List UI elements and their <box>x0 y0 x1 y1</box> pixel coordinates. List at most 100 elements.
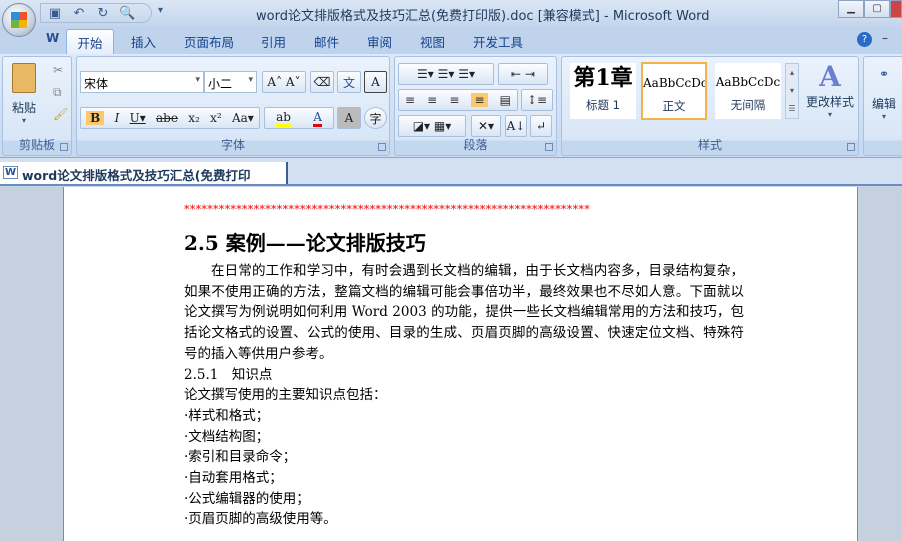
justify-button[interactable]: ≡ <box>471 93 488 107</box>
help-icon[interactable]: ? <box>857 32 872 47</box>
styles-scrollbar[interactable]: ▴ ▾ ☰ <box>785 63 799 119</box>
font-label: 字体 <box>220 138 245 152</box>
list-item: ·样式和格式； <box>184 407 270 424</box>
word-doc-icon: W <box>46 31 60 45</box>
highlight-button[interactable]: ab <box>276 110 291 127</box>
dialog-launcher-icon[interactable] <box>847 143 855 151</box>
change-styles-icon: A <box>819 60 841 93</box>
subscript-button[interactable]: x₂ <box>188 111 200 125</box>
tab-view[interactable]: 视图 <box>420 32 445 51</box>
binoculars-icon: ⚭ <box>878 67 890 81</box>
phonetic-guide-button[interactable]: 文 <box>337 71 361 93</box>
style-normal[interactable]: AaBbCcDc 正文 <box>641 62 707 120</box>
style-no-spacing[interactable]: AaBbCcDc 无间隔 <box>715 63 781 119</box>
style-name: 正文 <box>662 99 686 113</box>
group-styles: 第1章 标题 1 AaBbCcDc 正文 AaBbCcDc 无间隔 ▴ ▾ ☰ A 更改样… <box>561 56 859 156</box>
tab-insert[interactable]: 插入 <box>131 32 156 51</box>
distributed-button[interactable]: ▤ <box>500 93 511 107</box>
section-heading: 2.5 案例——论文排版技巧 <box>184 231 426 255</box>
character-border-button[interactable]: A <box>364 71 387 93</box>
style-heading-1[interactable]: 第1章 标题 1 <box>570 63 636 119</box>
ribbon-minimize-icon[interactable]: – <box>882 31 888 45</box>
document-area: ****************************************… <box>0 187 902 541</box>
undo-icon[interactable]: ↶ <box>71 6 87 21</box>
list-item: ·公式编辑器的使用； <box>184 490 310 507</box>
change-case-button[interactable]: Aa▾ <box>232 111 254 125</box>
document-tab[interactable]: W word论文排版格式及技巧汇总(免费打印版).doc <box>0 162 288 202</box>
line-spacing-button[interactable]: ↕≡ <box>521 89 553 111</box>
list-item: ·文档结构图； <box>184 428 270 445</box>
indent-buttons[interactable]: ⇤ ⇥ <box>498 63 548 85</box>
list-item: ·页眉页脚的高级使用等。 <box>184 511 337 528</box>
redo-icon[interactable]: ↻ <box>95 6 111 21</box>
bold-button[interactable]: B <box>86 111 105 125</box>
show-marks-button[interactable]: ↵ <box>530 115 552 137</box>
tab-home[interactable]: 开始 <box>66 29 114 55</box>
font-size-select[interactable]: 小二 <box>204 71 257 93</box>
group-editing: ⚭ 编辑 ▾ <box>863 56 902 156</box>
tab-mailings[interactable]: 邮件 <box>314 32 339 51</box>
shading-borders-buttons[interactable]: ◪▾ ▦▾ <box>398 115 466 137</box>
grow-shrink-font-button[interactable]: A˄ A˅ <box>262 71 306 93</box>
align-left-button[interactable]: ≡ <box>405 93 415 107</box>
tab-page-layout[interactable]: 页面布局 <box>184 32 234 51</box>
qat-customize-icon[interactable]: ▾ <box>158 5 163 16</box>
font-color-button[interactable]: A <box>313 110 322 127</box>
office-button[interactable] <box>2 3 36 37</box>
format-painter-icon[interactable]: 🖌 <box>53 107 68 121</box>
cut-icon[interactable]: ✂ <box>53 63 63 77</box>
list-buttons[interactable]: ☰▾ ☰▾ ☰▾ <box>398 63 494 85</box>
style-preview: AaBbCcDc <box>643 76 707 90</box>
ribbon-tabs: W 开始 插入 页面布局 引用 邮件 审阅 视图 开发工具 ? – <box>0 27 902 55</box>
dialog-launcher-icon[interactable] <box>378 143 386 151</box>
list-item: ·自动套用格式； <box>184 470 283 487</box>
minimize-button[interactable]: ▁ <box>838 0 864 18</box>
print-preview-icon[interactable]: 🔍 <box>119 6 135 21</box>
document-content: ****************************************… <box>184 187 744 530</box>
strikethrough-button[interactable]: abe <box>156 111 178 125</box>
font-format-buttons: B I U▾ abe x₂ x² Aa▾ <box>80 107 260 129</box>
close-button[interactable] <box>890 0 902 18</box>
clear-formatting-button[interactable]: ⌫ <box>310 71 334 93</box>
editing-label: 编辑 <box>871 97 896 111</box>
tab-references[interactable]: 引用 <box>261 32 286 51</box>
dialog-launcher-icon[interactable] <box>545 143 553 151</box>
tab-developer[interactable]: 开发工具 <box>473 32 523 51</box>
alignment-buttons: ≡ ≡ ≡ ≡ ▤ <box>398 89 518 111</box>
underline-button[interactable]: U▾ <box>130 111 146 125</box>
editing-button[interactable]: ⚭ 编辑 ▾ <box>868 61 900 121</box>
change-styles-label: 更改样式 <box>805 95 854 109</box>
character-shading-button[interactable]: A <box>337 107 361 129</box>
word-doc-icon: W <box>3 166 19 179</box>
save-icon[interactable]: ▣ <box>47 6 63 21</box>
paste-button[interactable]: 粘贴 ▾ <box>9 63 39 125</box>
style-name: 无间隔 <box>730 98 766 112</box>
list-item: ·索引和目录命令； <box>184 449 297 466</box>
paragraph-label: 段落 <box>463 138 488 152</box>
paste-label: 粘贴 <box>11 101 36 115</box>
asian-layout-button[interactable]: ✕▾ <box>471 115 501 137</box>
window-title: word论文排版格式及技巧汇总(免费打印版).doc [兼容模式] - Micr… <box>256 9 710 24</box>
document-page[interactable]: ****************************************… <box>63 187 858 541</box>
copy-icon[interactable]: ⧉ <box>53 85 62 100</box>
change-styles-button[interactable]: A 更改样式 ▾ <box>802 60 858 120</box>
group-paragraph: ☰▾ ☰▾ ☰▾ ⇤ ⇥ ≡ ≡ ≡ ≡ ▤ ↕≡ ◪▾ ▦▾ ✕▾ A↓ ↵ 段落 <box>394 56 557 156</box>
style-preview: AaBbCcDc <box>715 75 781 89</box>
group-font: 宋体 小二 A˄ A˅ ⌫ 文 A BI U▾ abe x₂ x² Aa▾ ab A A 字… <box>76 56 390 156</box>
styles-label: 样式 <box>697 138 722 152</box>
enclose-characters-button[interactable]: 字 <box>364 107 387 129</box>
paste-icon <box>12 63 36 93</box>
align-right-button[interactable]: ≡ <box>449 93 459 107</box>
maximize-button[interactable]: ▢ <box>864 0 890 18</box>
tab-review[interactable]: 审阅 <box>367 32 392 51</box>
dialog-launcher-icon[interactable] <box>60 143 68 151</box>
superscript-button[interactable]: x² <box>210 111 222 125</box>
sort-button[interactable]: A↓ <box>505 115 527 137</box>
subsection-heading: 2.5.1 知识点 <box>184 366 273 383</box>
quick-access-toolbar: ▣ ↶ ↻ 🔍 <box>40 3 152 23</box>
center-button[interactable]: ≡ <box>427 93 437 107</box>
ribbon: 粘贴 ▾ ✂ ⧉ 🖌 剪贴板 宋体 小二 A˄ A˅ ⌫ 文 A BI U▾ abe… <box>0 54 902 158</box>
font-name-select[interactable]: 宋体 <box>80 71 204 93</box>
italic-button[interactable]: I <box>115 111 120 125</box>
separator-stars: ****************************************… <box>184 203 590 216</box>
